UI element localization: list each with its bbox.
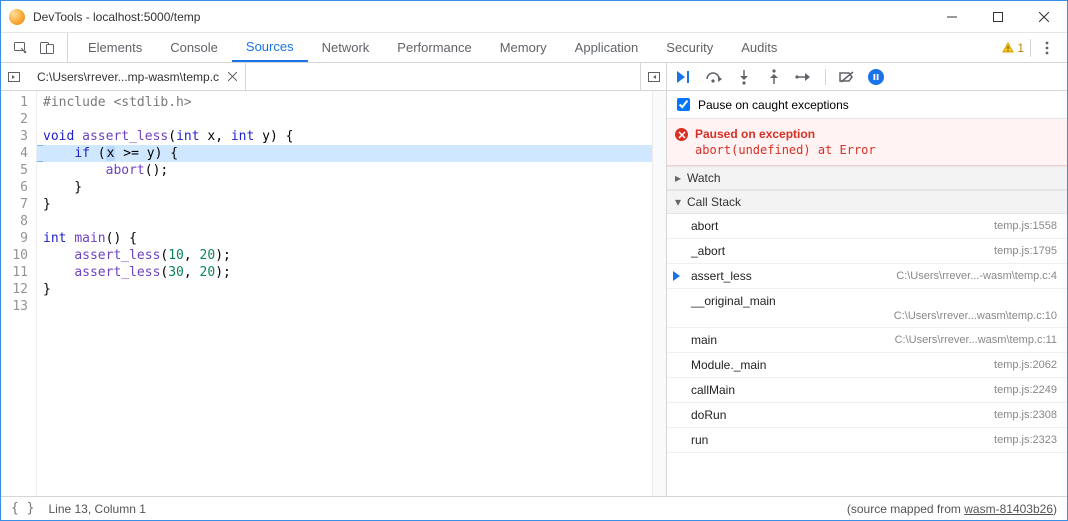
error-icon — [675, 128, 688, 141]
chevron-right-icon: ▸ — [673, 171, 683, 185]
step-into-button[interactable] — [735, 68, 753, 86]
frame-function: __original_main — [691, 294, 776, 308]
show-navigator-icon[interactable] — [1, 63, 27, 91]
tab-network[interactable]: Network — [308, 33, 384, 62]
code-column[interactable]: #include <stdlib.h> void assert_less(int… — [37, 91, 652, 496]
frame-function: doRun — [691, 408, 726, 422]
titlebar: DevTools - localhost:5000/temp — [1, 1, 1067, 33]
tab-sources[interactable]: Sources — [232, 33, 308, 62]
minimize-button[interactable] — [929, 1, 975, 33]
tab-performance[interactable]: Performance — [383, 33, 485, 62]
chevron-down-icon: ▾ — [673, 195, 683, 209]
frame-location: C:\Users\rrever...wasm\temp.c:11 — [895, 334, 1057, 346]
source-map-info: (source mapped from wasm-81403b26) — [847, 502, 1057, 516]
cursor-position: Line 13, Column 1 — [48, 502, 145, 516]
devtools-tabs-row: ElementsConsoleSourcesNetworkPerformance… — [1, 33, 1067, 63]
pretty-print-icon[interactable]: { } — [11, 501, 34, 516]
pause-on-caught-checkbox[interactable] — [677, 98, 690, 111]
toggle-debugger-icon[interactable] — [640, 63, 666, 90]
pause-on-caught-row: Pause on caught exceptions — [667, 91, 1067, 119]
resume-button[interactable] — [675, 68, 693, 86]
frame-location: C:\Users\rrever...wasm\temp.c:10 — [894, 310, 1057, 322]
frame-function: run — [691, 433, 708, 447]
watch-section-header[interactable]: ▸ Watch — [667, 166, 1067, 190]
callstack-frame[interactable]: main C:\Users\rrever...wasm\temp.c:11 — [667, 328, 1067, 353]
warnings-count: 1 — [1017, 41, 1024, 55]
callstack-label: Call Stack — [687, 195, 741, 209]
pause-on-exceptions-button[interactable] — [868, 69, 884, 85]
close-button[interactable] — [1021, 1, 1067, 33]
file-tab[interactable]: C:\Users\rrever...mp-wasm\temp.c — [27, 63, 246, 90]
step-out-button[interactable] — [765, 68, 783, 86]
frame-function: Module._main — [691, 358, 766, 372]
frame-location: temp.js:2308 — [994, 409, 1057, 421]
frame-location: temp.js:1795 — [994, 245, 1057, 257]
frame-location: C:\Users\rrever...-wasm\temp.c:4 — [896, 270, 1057, 282]
file-tabs-area: C:\Users\rrever...mp-wasm\temp.c — [1, 63, 667, 90]
frame-function: assert_less — [691, 269, 752, 283]
window-title: DevTools - localhost:5000/temp — [33, 10, 200, 24]
status-bar: { } Line 13, Column 1 (source mapped fro… — [1, 496, 1067, 520]
paused-banner: Paused on exception abort(undefined) at … — [667, 119, 1067, 166]
inspect-element-icon[interactable] — [9, 36, 33, 60]
callstack-frame[interactable]: _abort temp.js:1795 — [667, 239, 1067, 264]
debug-toolbar — [667, 63, 1067, 90]
callstack-frame[interactable]: callMain temp.js:2249 — [667, 378, 1067, 403]
scrollbar-vertical[interactable] — [652, 91, 666, 496]
callstack-list: abort temp.js:1558 _abort temp.js:1795 asser… — [667, 214, 1067, 453]
divider — [1030, 39, 1031, 57]
frame-function: callMain — [691, 383, 735, 397]
frame-function: main — [691, 333, 717, 347]
frame-location: temp.js:2249 — [994, 384, 1057, 396]
file-debug-row: C:\Users\rrever...mp-wasm\temp.c — [1, 63, 1067, 91]
callstack-section-header[interactable]: ▾ Call Stack — [667, 190, 1067, 214]
line-gutter: 12345678910111213 — [1, 91, 37, 496]
maximize-button[interactable] — [975, 1, 1021, 33]
code-editor[interactable]: 12345678910111213 #include <stdlib.h> vo… — [1, 91, 666, 496]
tab-security[interactable]: Security — [652, 33, 727, 62]
callstack-frame[interactable]: run temp.js:2323 — [667, 428, 1067, 453]
paused-title: Paused on exception — [695, 127, 1057, 141]
source-pane: 12345678910111213 #include <stdlib.h> vo… — [1, 91, 667, 496]
debugger-pane: Pause on caught exceptions Paused on exc… — [667, 91, 1067, 496]
file-tab-label: C:\Users\rrever...mp-wasm\temp.c — [37, 70, 219, 84]
warnings-badge[interactable]: 1 — [1002, 41, 1024, 55]
callstack-frame[interactable]: assert_less C:\Users\rrever...-wasm\temp.… — [667, 264, 1067, 289]
frame-function: _abort — [691, 244, 725, 258]
tab-console[interactable]: Console — [156, 33, 232, 62]
panel-tabs: ElementsConsoleSourcesNetworkPerformance… — [74, 33, 791, 62]
tab-audits[interactable]: Audits — [727, 33, 791, 62]
callstack-frame[interactable]: __original_main C:\Users\rrever...wasm\te… — [667, 289, 1067, 328]
main-split: 12345678910111213 #include <stdlib.h> vo… — [1, 91, 1067, 496]
tab-memory[interactable]: Memory — [486, 33, 561, 62]
pause-on-caught-label: Pause on caught exceptions — [698, 98, 849, 112]
frame-function: abort — [691, 219, 718, 233]
frame-location: temp.js:2062 — [994, 359, 1057, 371]
tab-application[interactable]: Application — [561, 33, 653, 62]
step-button[interactable] — [795, 68, 813, 86]
callstack-frame[interactable]: abort temp.js:1558 — [667, 214, 1067, 239]
callstack-frame[interactable]: doRun temp.js:2308 — [667, 403, 1067, 428]
paused-detail: abort(undefined) at Error — [695, 143, 1057, 157]
devtools-app-icon — [9, 9, 25, 25]
frame-location: temp.js:1558 — [994, 220, 1057, 232]
divider — [825, 69, 826, 85]
more-menu-icon[interactable] — [1037, 36, 1057, 60]
callstack-frame[interactable]: Module._main temp.js:2062 — [667, 353, 1067, 378]
tab-elements[interactable]: Elements — [74, 33, 156, 62]
close-file-tab-icon[interactable] — [225, 70, 239, 84]
watch-label: Watch — [687, 171, 721, 185]
frame-location: temp.js:2323 — [994, 434, 1057, 446]
step-over-button[interactable] — [705, 68, 723, 86]
source-map-link[interactable]: wasm-81403b26 — [964, 502, 1053, 516]
deactivate-breakpoints-button[interactable] — [838, 68, 856, 86]
device-toolbar-icon[interactable] — [35, 36, 59, 60]
